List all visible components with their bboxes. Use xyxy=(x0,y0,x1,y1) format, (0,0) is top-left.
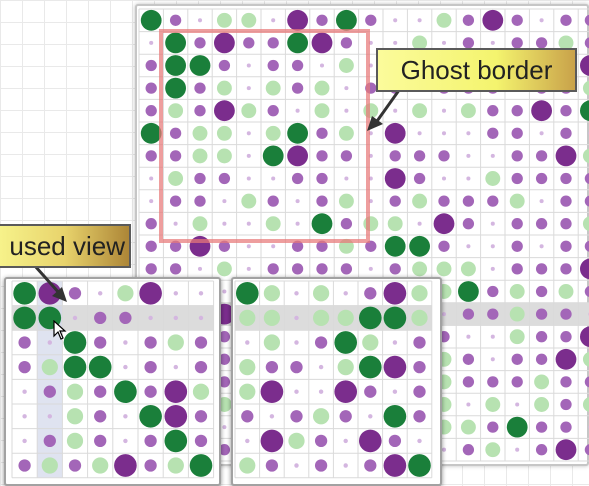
focused-view-callout: used view xyxy=(0,224,131,268)
focused-view-arrow xyxy=(33,265,62,295)
focused-view-label: used view xyxy=(9,231,125,261)
mouse-pointer-icon xyxy=(53,320,67,340)
ghost-border-label: Ghost border xyxy=(400,55,553,85)
ghost-border-callout: Ghost border xyxy=(376,48,577,92)
